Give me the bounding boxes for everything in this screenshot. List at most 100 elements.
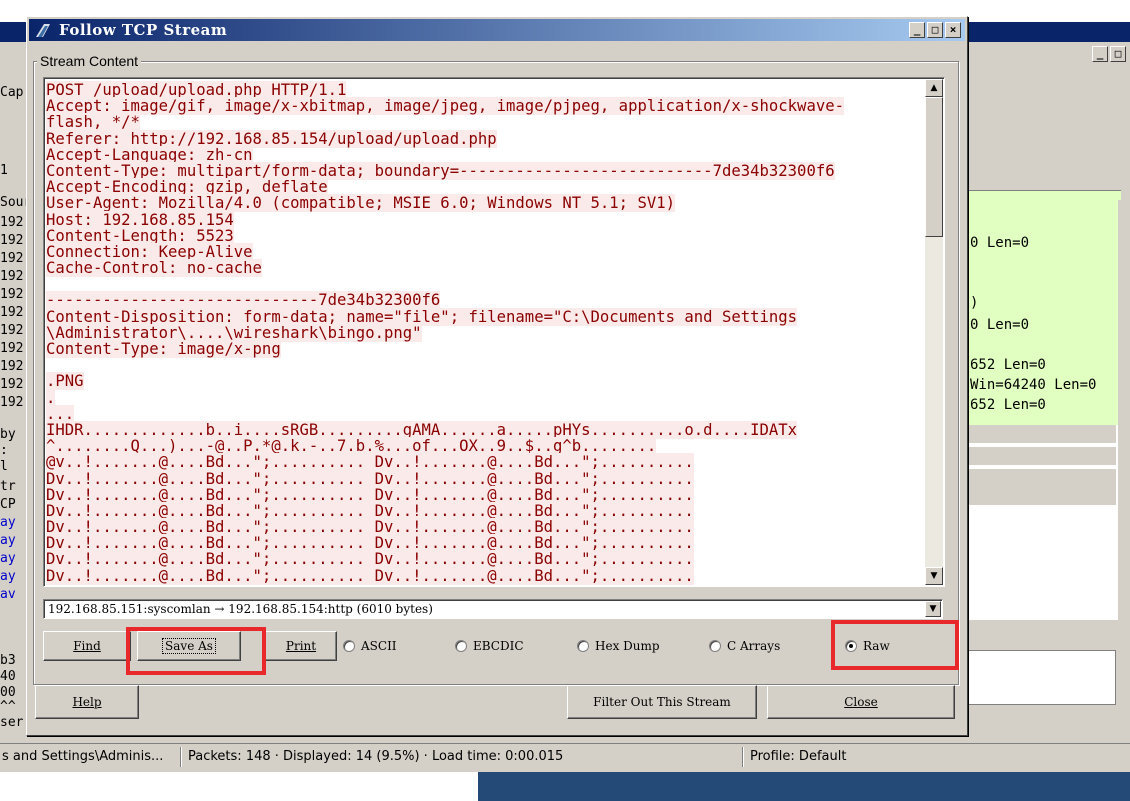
stream-line: Referer: http://192.168.85.154/upload/up… (46, 129, 924, 148)
radio-ebcdic-label: EBCDIC (473, 639, 524, 653)
stream-line: Dv..!.......@....Bd...";.......... Dv..!… (46, 566, 924, 585)
stream-line-text: Cache-Control: no-cache (46, 259, 262, 278)
stream-line: Dv..!.......@....Bd...";.......... Dv..!… (46, 485, 924, 504)
detail-row[interactable] (966, 447, 1116, 465)
bg-left-row-text: 192 (0, 269, 24, 284)
bg-left-row-text: : (0, 443, 8, 458)
stream-line: .PNG (46, 372, 924, 391)
chevron-down-icon[interactable]: ▼ (925, 601, 941, 617)
status-profile[interactable]: Profile: Default (750, 749, 846, 764)
close-icon[interactable]: × (945, 22, 961, 38)
radio-c-arrays-label: C Arrays (727, 639, 781, 653)
close-button[interactable]: Close (767, 685, 955, 719)
bg-left-row-text: ay (0, 569, 16, 584)
stream-line-text: Content-Type: image/x-png (46, 340, 281, 358)
bg-left-row-text: l (0, 459, 8, 474)
packet-bytes[interactable] (966, 650, 1116, 705)
scroll-thumb[interactable] (925, 97, 943, 237)
stream-line-text: Host: 192.168.85.154 (46, 210, 234, 229)
bg-left-row-text: 192 (0, 323, 24, 338)
stream-line-text: @v..!.......@....Bd...";.......... Dv..!… (46, 453, 694, 472)
bg-left-row-text: 192 (0, 251, 24, 266)
save-as-highlight (126, 627, 266, 675)
close-label: Close (844, 695, 878, 709)
main-vscrollbar[interactable] (1118, 200, 1130, 700)
minimize-icon[interactable]: _ (909, 22, 925, 38)
packet-row-text: 652 Len=0 (970, 397, 1046, 413)
bg-left-row-text: tr (0, 479, 16, 494)
help-button[interactable]: Help (35, 685, 139, 719)
stream-line: Accept: image/gif, image/x-xbitmap, imag… (46, 97, 924, 116)
stream-line: Accept-Language: zh-cn (46, 145, 924, 164)
details-hscrollbar[interactable] (966, 620, 1121, 638)
conversation-select[interactable]: 192.168.85.151:syscomlan → 192.168.85.15… (43, 599, 943, 619)
scroll-down-icon[interactable]: ▼ (925, 567, 943, 585)
stream-text-area[interactable]: POST /upload/upload.php HTTP/1.1 Accept: … (43, 77, 945, 587)
stream-line: Host: 192.168.85.154 (46, 210, 924, 229)
stream-line: Cache-Control: no-cache (46, 259, 924, 278)
stream-line: @v..!.......@....Bd...";.......... Dv..!… (46, 453, 924, 472)
dialog-titlebar[interactable]: Follow TCP Stream _ □ × (29, 19, 965, 41)
taskbar-strip (478, 772, 1130, 801)
find-button[interactable]: Find (43, 631, 131, 661)
stream-line: IHDR.............b..i....sRGB.........gA… (46, 420, 924, 439)
status-separator (742, 747, 744, 767)
bg-left-row-text: ay (0, 515, 16, 530)
bg-left-row-text: 192 (0, 215, 24, 230)
stream-line-text: .PNG (46, 372, 84, 391)
detail-row[interactable] (966, 425, 1116, 443)
packet-row-text: 0 Len=0 (970, 235, 1030, 251)
filter-out-label: Filter Out This Stream (593, 695, 731, 709)
maximize-icon[interactable]: □ (1110, 46, 1126, 62)
filter-out-stream-button[interactable]: Filter Out This Stream (567, 685, 757, 719)
radio-ascii-label: ASCII (361, 639, 397, 653)
bg-left-row-text: Cap (0, 85, 24, 100)
packet-list[interactable]: 0 Len=0) 0 Len=0 652 Len=0 Win=64240 Len=0 6… (966, 190, 1121, 425)
minimize-icon[interactable]: _ (1092, 46, 1108, 62)
status-separator (180, 747, 182, 767)
packet-row-text: ) (970, 295, 979, 311)
stream-line-text: Dv..!.......@....Bd...";.......... Dv..!… (46, 550, 694, 569)
find-label: Find (73, 639, 101, 653)
stream-line-text: Referer: http://192.168.85.154/upload/up… (46, 129, 497, 148)
bg-left-row-text: Sour (0, 195, 26, 210)
bg-left-row-text: ay (0, 551, 16, 566)
radio-ebcdic[interactable]: EBCDIC (455, 639, 524, 653)
stream-line-text: Dv..!.......@....Bd...";.......... Dv..!… (46, 566, 694, 585)
bg-left-row-text: av (0, 587, 16, 602)
bg-left-row-text: 192 (0, 305, 24, 320)
detail-row[interactable] (966, 469, 1116, 487)
bg-left-row-text: by (0, 427, 16, 442)
bg-left-row-text: 192 (0, 287, 24, 302)
packet-details[interactable] (966, 425, 1130, 625)
detail-row[interactable] (966, 487, 1116, 505)
bg-left-row-text: ser (0, 715, 24, 730)
stream-line-text: Accept: image/gif, image/x-xbitmap, imag… (46, 97, 844, 116)
stream-line: \Administrator\....\wireshark\bingo.png" (46, 323, 924, 342)
scroll-up-icon[interactable]: ▲ (925, 79, 943, 97)
stream-line: Content-Type: multipart/form-data; bound… (46, 161, 924, 180)
stream-vscrollbar[interactable]: ▲ ▼ (925, 79, 943, 585)
stream-line: Accept-Encoding: gzip, deflate (46, 178, 924, 197)
packet-row-text: Win=64240 Len=0 (970, 377, 1097, 393)
radio-ascii[interactable]: ASCII (343, 639, 397, 653)
stream-line-text: User-Agent: Mozilla/4.0 (compatible; MSI… (46, 194, 676, 213)
wireshark-fin-icon (36, 24, 50, 37)
stream-line: . (46, 388, 924, 407)
bg-left-row-text: 192 (0, 377, 24, 392)
bg-left-row-text: ^^ (0, 699, 16, 714)
stream-line: Dv..!.......@....Bd...";.......... Dv..!… (46, 534, 924, 553)
stream-line: Dv..!.......@....Bd...";.......... Dv..!… (46, 550, 924, 569)
stream-line (46, 275, 924, 291)
stream-content-label: Stream Content (37, 53, 142, 69)
radio-c-arrays[interactable]: C Arrays (709, 639, 780, 653)
radio-hex-dump[interactable]: Hex Dump (577, 639, 660, 653)
main-window-controls: _ □ (1092, 46, 1126, 62)
print-button[interactable]: Print (265, 631, 337, 661)
packet-row-text: 0 Len=0 (970, 317, 1030, 333)
help-label: Help (72, 695, 102, 709)
status-packets: Packets: 148 · Displayed: 14 (9.5%) · Lo… (188, 749, 564, 764)
maximize-icon[interactable]: □ (927, 22, 943, 38)
stream-line-text: . (46, 388, 56, 407)
stream-line-text: -----------------------------7de34b32300… (46, 291, 441, 310)
